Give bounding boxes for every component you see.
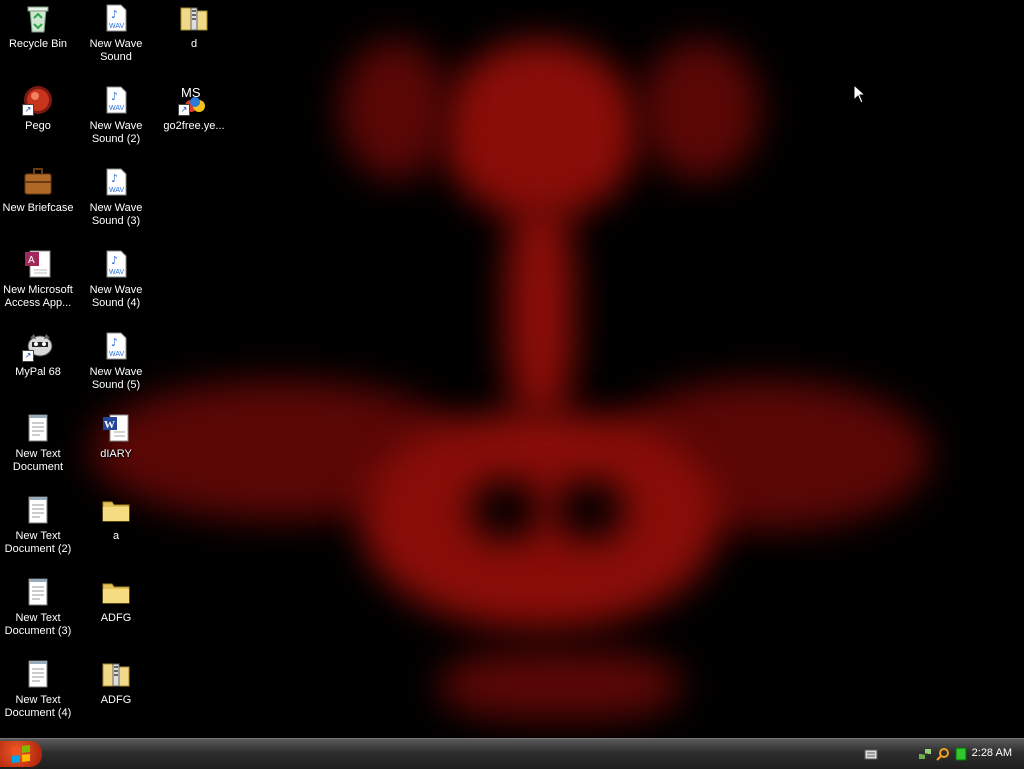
desktop-icon-folder-adfg[interactable]: ADFG [78,576,154,625]
shortcut-arrow-icon: ↗ [22,350,34,362]
desktop-icon-wave-sound[interactable]: ♪ WAV New Wave Sound [78,2,154,64]
msn-shortcut-icon: MS ↗ [178,84,210,116]
svg-text:WAV: WAV [109,23,124,30]
taskbar: 2:28 AM [0,738,1024,769]
text-document-icon [22,576,54,608]
icon-label: ADFG [100,694,132,706]
desktop-icon-diary[interactable]: W dIARY [78,412,154,461]
desktop-icon-zip-d[interactable]: d [156,2,232,51]
system-tray: 2:28 AM [894,739,1024,769]
svg-text:W: W [104,419,115,431]
svg-text:WAV: WAV [109,269,124,276]
text-document-icon [22,412,54,444]
icon-label: Recycle Bin [8,38,68,50]
desktop-icon-pego[interactable]: ↗ Pego [0,84,76,133]
icon-label: New Wave Sound (3) [89,202,143,227]
text-document-icon [22,658,54,690]
icon-label: MyPal 68 [15,366,61,378]
svg-text:♪: ♪ [111,90,118,103]
search-icon[interactable] [936,747,950,761]
desktop-icon-text-document-4[interactable]: New Text Document (4) [0,658,76,720]
icon-label: New Wave Sound [89,38,143,63]
desktop-icon-mypal[interactable]: ↗ MyPal 68 [0,330,76,379]
desktop-icon-wave-sound-3[interactable]: ♪ WAV New Wave Sound (3) [78,166,154,228]
desktop-icon-new-briefcase[interactable]: New Briefcase [0,166,76,215]
desktop-icon-text-document[interactable]: New Text Document [0,412,76,474]
briefcase-icon [22,166,54,198]
zip-folder-icon [100,658,132,690]
icon-label: dIARY [100,448,132,460]
pego-app-icon: ↗ [22,84,54,116]
icon-label: New Text Document (3) [4,612,72,637]
windows-logo-icon [12,745,30,763]
icon-label: a [112,530,120,542]
svg-text:♪: ♪ [111,254,118,267]
wav-file-icon: ♪ WAV [100,248,132,280]
svg-text:WAV: WAV [109,187,124,194]
desktop-icon-recycle-bin[interactable]: Recycle Bin [0,2,76,51]
wav-file-icon: ♪ WAV [100,84,132,116]
icon-label: New Wave Sound (5) [89,366,143,391]
network-icon[interactable] [918,747,932,761]
recycle-bin-icon [22,2,54,34]
folder-icon [100,494,132,526]
svg-text:A: A [28,255,35,266]
icon-label: New Briefcase [2,202,74,214]
desktop-icon-go2free[interactable]: MS ↗ go2free.ye... [156,84,232,133]
icon-label: New Wave Sound (4) [89,284,143,309]
shortcut-arrow-icon: ↗ [22,104,34,116]
icon-label: New Wave Sound (2) [89,120,143,145]
icon-label: New Text Document (4) [4,694,72,719]
desktop-icon-wave-sound-2[interactable]: ♪ WAV New Wave Sound (2) [78,84,154,146]
icon-label: Pego [25,120,51,132]
mypal-browser-icon: ↗ [22,330,54,362]
icon-label: d [190,38,198,50]
desktop-icon-text-document-2[interactable]: New Text Document (2) [0,494,76,556]
desktop-icon-text-document-3[interactable]: New Text Document (3) [0,576,76,638]
desktop-icon-access-app[interactable]: A New Microsoft Access App... [0,248,76,310]
svg-text:WAV: WAV [109,351,124,358]
mouse-cursor-icon [853,83,867,109]
desktop-icon-wave-sound-5[interactable]: ♪ WAV New Wave Sound (5) [78,330,154,392]
wav-file-icon: ♪ WAV [100,330,132,362]
desktop-icon-zip-adfg[interactable]: ADFG [78,658,154,707]
icon-label: ADFG [100,612,132,624]
svg-text:MS: MS [181,85,201,100]
clock[interactable]: 2:28 AM [972,747,1012,759]
battery-icon[interactable] [954,747,968,761]
svg-text:♪: ♪ [111,336,118,349]
svg-text:WAV: WAV [109,105,124,112]
folder-icon [100,576,132,608]
desktop-icon-folder-a[interactable]: a [78,494,154,543]
svg-text:♪: ♪ [111,172,118,185]
start-button[interactable] [0,741,42,767]
desktop-icon-wave-sound-4[interactable]: ♪ WAV New Wave Sound (4) [78,248,154,310]
icon-label: New Text Document [12,448,64,473]
desktop[interactable]: Recycle Bin ↗ Pego New Briefcase A New M… [0,0,1024,738]
access-app-icon: A [22,248,54,280]
shortcut-arrow-icon: ↗ [178,104,190,116]
svg-text:♪: ♪ [111,8,118,21]
keyboard-icon[interactable] [864,747,878,761]
text-document-icon [22,494,54,526]
wav-file-icon: ♪ WAV [100,2,132,34]
word-document-icon: W [100,412,132,444]
icon-label: go2free.ye... [163,120,225,132]
icon-label: New Microsoft Access App... [3,284,73,309]
icon-label: New Text Document (2) [4,530,72,555]
zip-folder-icon [178,2,210,34]
wav-file-icon: ♪ WAV [100,166,132,198]
